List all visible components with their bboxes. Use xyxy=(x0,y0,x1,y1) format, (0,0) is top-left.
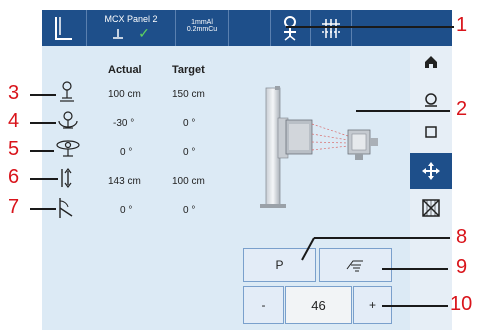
row5-target: 0 ° xyxy=(183,205,196,216)
callout-line-8 xyxy=(301,237,450,261)
system-glyph xyxy=(55,17,72,40)
callout-line-9 xyxy=(382,268,448,270)
detector-down-icon xyxy=(113,28,124,39)
value-text: 46 xyxy=(311,297,326,313)
detector-button[interactable] xyxy=(410,82,452,118)
callout-line-2 xyxy=(356,110,450,112)
row2-target: 0 ° xyxy=(183,118,196,129)
filter-line2: 0.2mmCu xyxy=(186,26,218,33)
row3-target: 0 ° xyxy=(183,147,196,158)
minus-label: - xyxy=(261,298,266,312)
row2-actual: -30 ° xyxy=(113,118,135,129)
top-toolbar: MCX Panel 2 ✓ 1mmAl 0.2mmCu xyxy=(42,10,452,46)
callout-line-6 xyxy=(30,178,58,180)
decrement-button[interactable]: - xyxy=(243,286,284,324)
plus-label: + xyxy=(368,298,376,312)
callout-9: 9 xyxy=(456,256,468,278)
grid-button[interactable] xyxy=(311,10,351,46)
value-display: 46 xyxy=(285,286,352,324)
callout-line-3 xyxy=(30,94,56,96)
callout-line-5 xyxy=(30,150,54,152)
callout-6: 6 xyxy=(8,166,20,188)
toolbar-divider xyxy=(228,10,229,46)
callout-line-10 xyxy=(382,305,448,307)
toolbar-divider xyxy=(270,10,271,46)
square-button[interactable] xyxy=(410,114,452,150)
callout-line-1 xyxy=(286,26,454,28)
system-icon[interactable] xyxy=(42,10,86,46)
callout-5: 5 xyxy=(8,138,20,160)
panel-selector[interactable]: MCX Panel 2 ✓ xyxy=(87,10,175,46)
callout-line-4 xyxy=(30,122,56,124)
sid-distance-icon xyxy=(60,81,74,102)
home-icon xyxy=(425,56,437,68)
callout-3: 3 xyxy=(8,82,20,104)
panel-status: ✓ xyxy=(87,25,175,42)
tube-button[interactable] xyxy=(270,10,310,46)
callout-10: 10 xyxy=(450,293,473,315)
grid-dots-icon xyxy=(322,19,340,38)
detector-icon xyxy=(425,93,437,107)
toolbar-divider xyxy=(351,10,352,46)
status-check-icon: ✓ xyxy=(138,25,150,41)
square-icon xyxy=(425,126,437,138)
row3-actual: 0 ° xyxy=(120,147,133,158)
row5-actual: 0 ° xyxy=(120,205,133,216)
p-button-label: P xyxy=(275,258,284,272)
header-actual: Actual xyxy=(108,64,142,76)
grid-x-button[interactable] xyxy=(410,190,452,226)
header-target: Target xyxy=(172,64,205,76)
xray-stand-illustration xyxy=(260,86,378,208)
callout-8: 8 xyxy=(456,226,468,248)
filter-line1: 1mmAl xyxy=(191,19,213,26)
row1-actual: 100 cm xyxy=(108,89,141,100)
move-icon xyxy=(422,162,440,180)
callout-1: 1 xyxy=(456,14,468,36)
home-button[interactable] xyxy=(410,44,452,80)
callout-4: 4 xyxy=(8,110,20,132)
move-button[interactable] xyxy=(410,153,452,189)
row4-actual: 143 cm xyxy=(108,176,141,187)
row4-target: 100 cm xyxy=(172,176,205,187)
tilt-icon xyxy=(56,140,80,157)
filter-info[interactable]: 1mmAl 0.2mmCu xyxy=(176,10,228,46)
callout-7: 7 xyxy=(8,196,20,218)
height-icon xyxy=(61,168,72,188)
tube-icon xyxy=(284,16,296,41)
grid-x-icon xyxy=(422,199,440,217)
rotation-icon xyxy=(58,111,78,129)
callout-2: 2 xyxy=(456,98,468,120)
angulation-icon xyxy=(59,198,73,218)
callout-line-7 xyxy=(30,208,56,210)
panel-title: MCX Panel 2 xyxy=(104,14,158,24)
row1-target: 150 cm xyxy=(172,89,205,100)
